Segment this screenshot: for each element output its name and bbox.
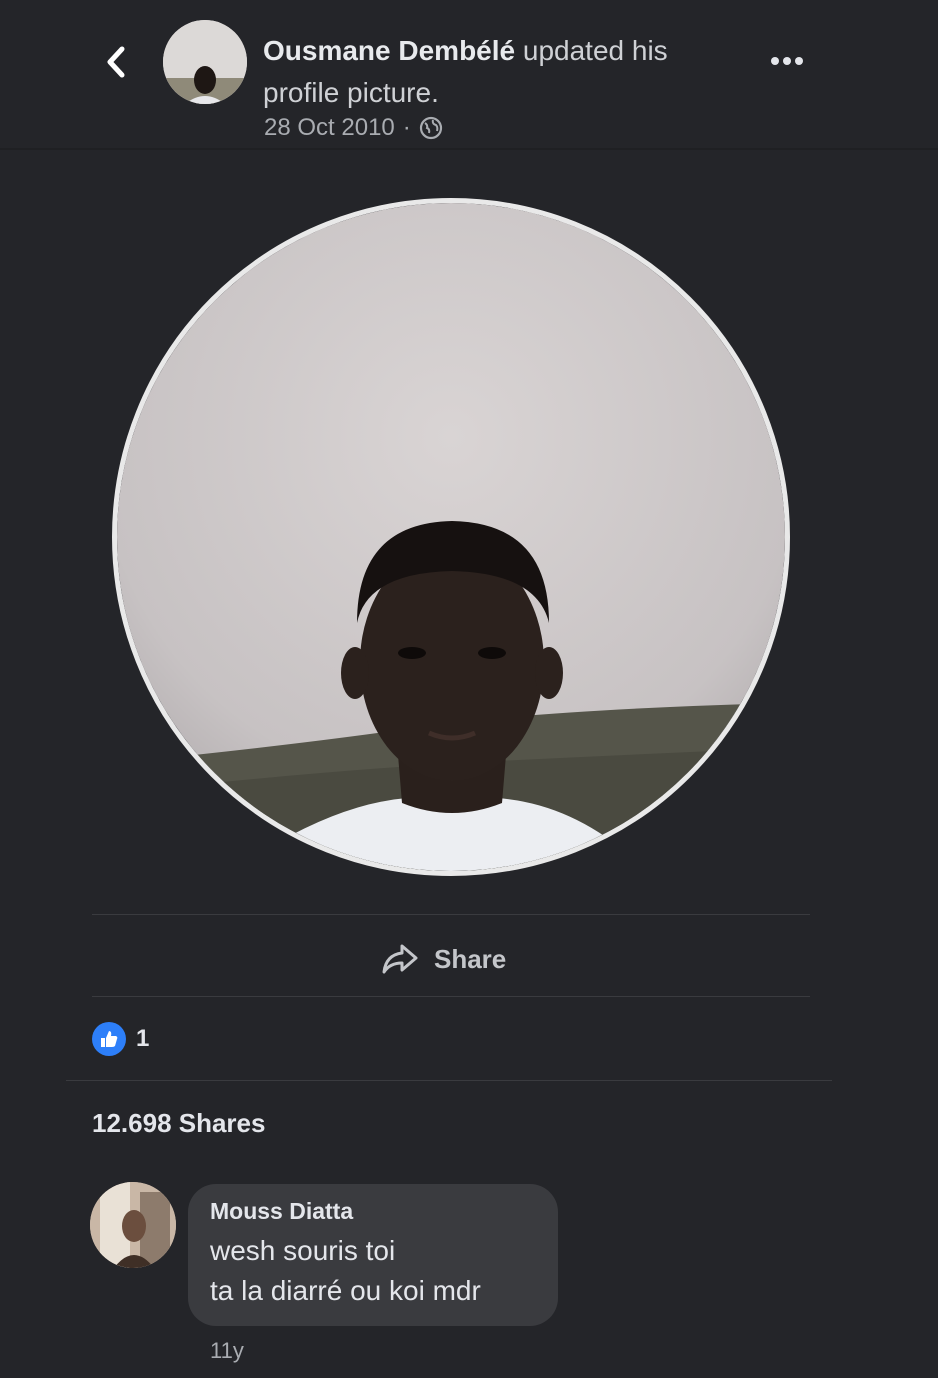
author-avatar[interactable] <box>163 20 247 104</box>
comment-author[interactable]: Mouss Diatta <box>210 1198 536 1225</box>
post-meta: 28 Oct 2010 · <box>264 114 443 142</box>
profile-picture[interactable] <box>112 198 790 876</box>
reactions-summary[interactable]: 1 <box>92 1022 149 1056</box>
comment-text-line-2: ta la diarré ou koi mdr <box>210 1275 481 1306</box>
header-divider <box>0 148 938 150</box>
more-options-button[interactable] <box>762 46 812 76</box>
back-button[interactable] <box>96 40 136 84</box>
actions-top-divider <box>92 914 810 915</box>
comment-bubble: Mouss Diatta wesh souris toi ta la diarr… <box>188 1184 558 1326</box>
reaction-count: 1 <box>136 1025 150 1052</box>
more-dot-icon <box>783 57 791 65</box>
reactions-divider <box>66 1080 832 1081</box>
chevron-left-icon <box>107 46 125 78</box>
share-button[interactable]: Share <box>380 936 506 982</box>
shares-count[interactable]: 12.698 Shares <box>92 1108 265 1139</box>
post-page: Ousmane Dembélé updated his profile pict… <box>0 0 938 1378</box>
like-reaction-icon <box>92 1022 126 1056</box>
commenter-avatar[interactable] <box>90 1182 176 1268</box>
share-arrow-icon <box>382 944 418 974</box>
comment-text-line-1: wesh souris toi <box>210 1235 396 1266</box>
post-title: Ousmane Dembélé updated his profile pict… <box>263 30 733 114</box>
actions-bottom-divider <box>92 996 810 997</box>
more-dot-icon <box>771 57 779 65</box>
more-dot-icon <box>795 57 803 65</box>
meta-separator: · <box>402 114 411 141</box>
globe-icon <box>419 116 442 140</box>
post-date[interactable]: 28 Oct 2010 <box>264 114 395 142</box>
comment-timestamp[interactable]: 11y <box>210 1338 244 1364</box>
author-name[interactable]: Ousmane Dembélé <box>263 35 515 66</box>
share-label: Share <box>434 943 507 974</box>
